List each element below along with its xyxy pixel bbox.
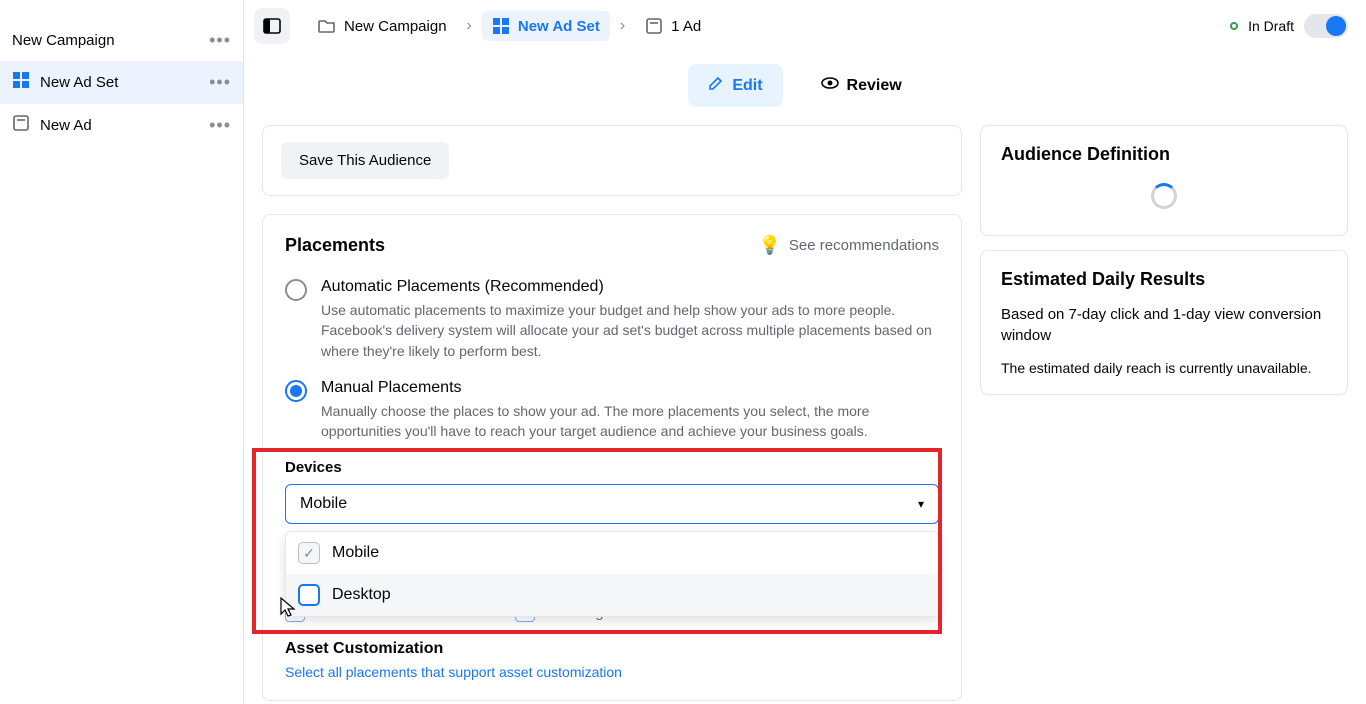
- audience-definition-title: Audience Definition: [1001, 144, 1327, 165]
- grid-icon: [492, 17, 510, 35]
- more-icon[interactable]: •••: [209, 72, 231, 93]
- estimated-subtitle: Based on 7-day click and 1-day view conv…: [1001, 304, 1327, 346]
- folder-icon: [318, 17, 336, 35]
- asset-customization-title: Asset Customization: [285, 640, 939, 658]
- estimated-note: The estimated daily reach is currently u…: [1001, 360, 1327, 376]
- chevron-right-icon: ›: [467, 17, 472, 35]
- breadcrumb-label: 1 Ad: [671, 18, 701, 35]
- placements-title: Placements: [285, 235, 385, 256]
- radio-title: Automatic Placements (Recommended): [321, 278, 939, 296]
- status-label: In Draft: [1248, 18, 1294, 34]
- edit-review-tabs: Edit Review: [244, 52, 1366, 125]
- sidebar-item-campaign[interactable]: New Campaign •••: [0, 20, 243, 61]
- estimated-title: Estimated Daily Results: [1001, 269, 1327, 290]
- status-dot-icon: [1230, 22, 1238, 30]
- audience-definition-card: Audience Definition: [980, 125, 1348, 236]
- audience-card: Save This Audience: [262, 125, 962, 196]
- devices-select[interactable]: Mobile ▾: [285, 484, 939, 524]
- sidebar-item-label: New Campaign: [12, 32, 115, 49]
- asset-customization: Asset Customization Select all placement…: [285, 640, 939, 680]
- tab-review[interactable]: Review: [801, 64, 922, 107]
- tab-label: Edit: [732, 77, 762, 95]
- checkbox-icon: ✓: [298, 584, 320, 606]
- radio-desc: Manually choose the places to show your …: [321, 401, 939, 442]
- devices-dropdown: ✓ Mobile ✓ Desktop: [285, 531, 939, 617]
- panel-toggle-button[interactable]: [254, 8, 290, 44]
- sidebar-item-label: New Ad: [40, 117, 92, 134]
- left-sidebar: New Campaign ••• New Ad Set ••• New Ad •…: [0, 0, 244, 704]
- devices-label: Devices: [285, 459, 939, 476]
- devices-option-desktop[interactable]: ✓ Desktop: [286, 574, 938, 616]
- radio-desc: Use automatic placements to maximize you…: [321, 300, 939, 361]
- sidebar-item-adset[interactable]: New Ad Set •••: [0, 61, 243, 104]
- devices-block: Devices Mobile ▾ ✓ Mobile ✓: [285, 459, 939, 622]
- caret-down-icon: ▾: [918, 497, 924, 511]
- draft-status: In Draft: [1230, 14, 1348, 38]
- more-icon[interactable]: •••: [209, 30, 231, 51]
- tab-edit[interactable]: Edit: [688, 64, 782, 107]
- radio-automatic-placements[interactable]: Automatic Placements (Recommended) Use a…: [285, 278, 939, 361]
- grid-icon: [12, 71, 30, 94]
- status-toggle[interactable]: [1304, 14, 1348, 38]
- placements-card: Placements 💡 See recommendations Automat…: [262, 214, 962, 701]
- checkbox-icon: ✓: [298, 542, 320, 564]
- devices-selected-value: Mobile: [300, 495, 347, 513]
- radio-icon: [285, 380, 307, 402]
- asset-customization-link[interactable]: Select all placements that support asset…: [285, 664, 939, 680]
- radio-manual-placements[interactable]: Manual Placements Manually choose the pl…: [285, 379, 939, 442]
- breadcrumb-campaign[interactable]: New Campaign: [308, 11, 457, 41]
- more-icon[interactable]: •••: [209, 115, 231, 136]
- breadcrumb-label: New Campaign: [344, 18, 447, 35]
- see-rec-label: See recommendations: [789, 237, 939, 254]
- page-icon: [12, 114, 30, 137]
- sidebar-item-label: New Ad Set: [40, 74, 118, 91]
- breadcrumb-label: New Ad Set: [518, 18, 600, 35]
- option-label: Desktop: [332, 586, 391, 604]
- estimated-results-card: Estimated Daily Results Based on 7-day c…: [980, 250, 1348, 395]
- chevron-right-icon: ›: [620, 17, 625, 35]
- topbar: New Campaign › New Ad Set › 1 Ad: [244, 0, 1366, 52]
- breadcrumb-ad[interactable]: 1 Ad: [635, 11, 711, 41]
- eye-icon: [821, 74, 839, 97]
- pencil-icon: [708, 75, 724, 96]
- tab-label: Review: [847, 77, 902, 95]
- sidebar-item-ad[interactable]: New Ad •••: [0, 104, 243, 147]
- devices-option-mobile[interactable]: ✓ Mobile: [286, 532, 938, 574]
- breadcrumb: New Campaign › New Ad Set › 1 Ad: [254, 8, 711, 44]
- breadcrumb-adset[interactable]: New Ad Set: [482, 11, 610, 41]
- page-icon: [645, 17, 663, 35]
- radio-icon: [285, 279, 307, 301]
- loading-spinner-icon: [1151, 183, 1177, 209]
- save-audience-button[interactable]: Save This Audience: [281, 142, 449, 179]
- lightbulb-icon: 💡: [758, 235, 780, 256]
- radio-title: Manual Placements: [321, 379, 939, 397]
- option-label: Mobile: [332, 544, 379, 562]
- see-recommendations-link[interactable]: 💡 See recommendations: [758, 235, 939, 256]
